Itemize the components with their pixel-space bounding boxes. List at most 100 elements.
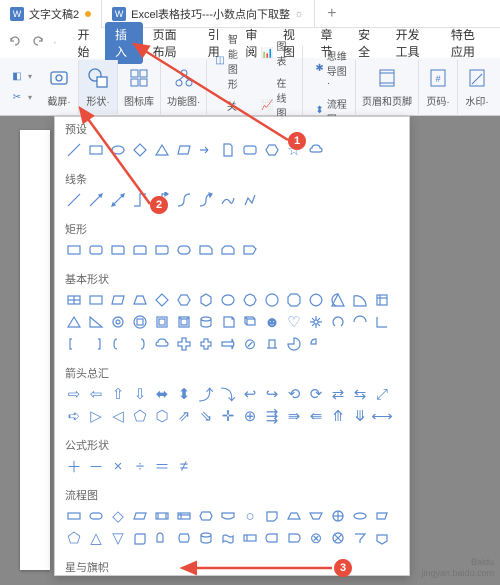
shape-cloud[interactable] bbox=[307, 141, 325, 159]
shape-item[interactable]: ⤊ bbox=[329, 407, 347, 425]
shape-item[interactable]: ⬠ bbox=[131, 407, 149, 425]
shape-item[interactable]: ⟳ bbox=[307, 385, 325, 403]
shape-item[interactable]: ♡ bbox=[285, 313, 303, 331]
headerfooter-icon[interactable] bbox=[374, 65, 400, 91]
smartgraphics-button[interactable]: ◫智能图形 bbox=[211, 29, 249, 93]
shape-item[interactable] bbox=[263, 335, 281, 353]
shape-item[interactable] bbox=[329, 313, 347, 331]
shape-item[interactable]: ⇘ bbox=[197, 407, 215, 425]
shape-parallelogram[interactable] bbox=[175, 141, 193, 159]
shape-item[interactable] bbox=[131, 507, 149, 525]
menu-special[interactable]: 特色应用 bbox=[441, 22, 496, 64]
shape-item[interactable] bbox=[197, 191, 215, 209]
shape-item[interactable] bbox=[307, 291, 325, 309]
shape-item[interactable]: ⇄ bbox=[329, 385, 347, 403]
shape-item[interactable] bbox=[373, 507, 391, 525]
shape-item[interactable] bbox=[285, 529, 303, 547]
shape-item[interactable] bbox=[351, 291, 369, 309]
shape-item[interactable] bbox=[373, 291, 391, 309]
shape-item[interactable]: ↪ bbox=[263, 385, 281, 403]
shape-item[interactable] bbox=[65, 241, 83, 259]
shape-item[interactable] bbox=[197, 313, 215, 331]
shape-item[interactable] bbox=[153, 507, 171, 525]
shape-item[interactable] bbox=[241, 313, 259, 331]
shape-item[interactable]: ⤵ bbox=[219, 385, 237, 403]
shape-item[interactable] bbox=[241, 529, 259, 547]
shape-item[interactable]: ◇ bbox=[109, 507, 127, 525]
shape-item[interactable]: ⬡ bbox=[153, 407, 171, 425]
shape-item[interactable]: － bbox=[87, 457, 105, 475]
shape-item[interactable] bbox=[219, 507, 237, 525]
shape-item[interactable] bbox=[263, 529, 281, 547]
shape-item[interactable] bbox=[65, 313, 83, 331]
shape-item[interactable] bbox=[241, 241, 259, 259]
shape-item[interactable] bbox=[65, 291, 83, 309]
shape-item[interactable] bbox=[329, 291, 347, 309]
shape-item[interactable] bbox=[307, 335, 325, 353]
shape-item[interactable] bbox=[153, 241, 171, 259]
shape-item[interactable] bbox=[109, 335, 127, 353]
shape-item[interactable] bbox=[219, 291, 237, 309]
shape-item[interactable] bbox=[373, 529, 391, 547]
shape-item[interactable]: ↩ bbox=[241, 385, 259, 403]
shape-item[interactable] bbox=[351, 529, 369, 547]
shape-item[interactable] bbox=[175, 191, 193, 209]
shape-item[interactable] bbox=[65, 191, 83, 209]
shape-item[interactable] bbox=[197, 241, 215, 259]
shape-item[interactable] bbox=[65, 335, 83, 353]
shape-item[interactable] bbox=[131, 529, 149, 547]
shape-item[interactable] bbox=[241, 291, 259, 309]
shape-item[interactable] bbox=[197, 291, 215, 309]
shape-item[interactable]: ⤋ bbox=[351, 407, 369, 425]
shape-item[interactable] bbox=[197, 335, 215, 353]
watermark-icon[interactable] bbox=[464, 65, 490, 91]
shape-item[interactable] bbox=[219, 241, 237, 259]
shape-item[interactable] bbox=[153, 291, 171, 309]
shape-item[interactable] bbox=[87, 291, 105, 309]
shape-item[interactable]: ⇧ bbox=[109, 385, 127, 403]
shape-item[interactable] bbox=[241, 191, 259, 209]
shape-item[interactable]: ○ bbox=[241, 507, 259, 525]
shape-item[interactable]: ▷ bbox=[87, 407, 105, 425]
shape-item[interactable]: ⊗ bbox=[307, 529, 325, 547]
shape-item[interactable] bbox=[175, 529, 193, 547]
shape-item[interactable] bbox=[219, 529, 237, 547]
shape-item[interactable] bbox=[219, 335, 237, 353]
shape-item[interactable] bbox=[307, 507, 325, 525]
shape-item[interactable] bbox=[263, 507, 281, 525]
mindmap-button[interactable]: ✱思维导图· bbox=[311, 46, 351, 91]
menu-layout[interactable]: 页面布局 bbox=[143, 22, 198, 64]
screenshot-icon[interactable] bbox=[46, 65, 72, 91]
shape-item[interactable] bbox=[219, 313, 237, 331]
shape-oval[interactable] bbox=[109, 141, 127, 159]
shape-item[interactable] bbox=[175, 335, 193, 353]
menu-devtools[interactable]: 开发工具 bbox=[386, 22, 441, 64]
shape-item[interactable] bbox=[87, 241, 105, 259]
menu-start[interactable]: 开始 bbox=[67, 22, 105, 64]
shape-item[interactable]: ◁ bbox=[109, 407, 127, 425]
shape-item[interactable] bbox=[131, 241, 149, 259]
shape-arrow-r[interactable] bbox=[197, 141, 215, 159]
shape-item[interactable]: ☻ bbox=[263, 313, 281, 331]
shape-item[interactable] bbox=[175, 507, 193, 525]
shape-item[interactable] bbox=[87, 335, 105, 353]
shape-item[interactable] bbox=[87, 191, 105, 209]
shape-item[interactable]: ＝ bbox=[153, 457, 171, 475]
shape-item[interactable]: ⬠ bbox=[65, 529, 83, 547]
pagenumber-icon[interactable]: # bbox=[425, 65, 451, 91]
shape-item[interactable] bbox=[351, 507, 369, 525]
shape-item[interactable] bbox=[87, 313, 105, 331]
shape-item[interactable] bbox=[285, 291, 303, 309]
shape-polygon[interactable] bbox=[131, 141, 149, 159]
shape-item[interactable]: ⇨ bbox=[65, 385, 83, 403]
shapes-icon[interactable] bbox=[85, 65, 111, 91]
shape-item[interactable] bbox=[131, 335, 149, 353]
shape-item[interactable]: ⤴ bbox=[197, 385, 215, 403]
shape-item[interactable] bbox=[175, 313, 193, 331]
shape-roundrect[interactable] bbox=[241, 141, 259, 159]
iconlib-icon[interactable] bbox=[126, 65, 152, 91]
ribbon-cut-icon[interactable]: ✂▾ bbox=[6, 88, 36, 106]
shape-item[interactable]: ⟷ bbox=[373, 407, 391, 425]
shape-item[interactable]: ⊕ bbox=[241, 407, 259, 425]
shape-item[interactable] bbox=[329, 529, 347, 547]
